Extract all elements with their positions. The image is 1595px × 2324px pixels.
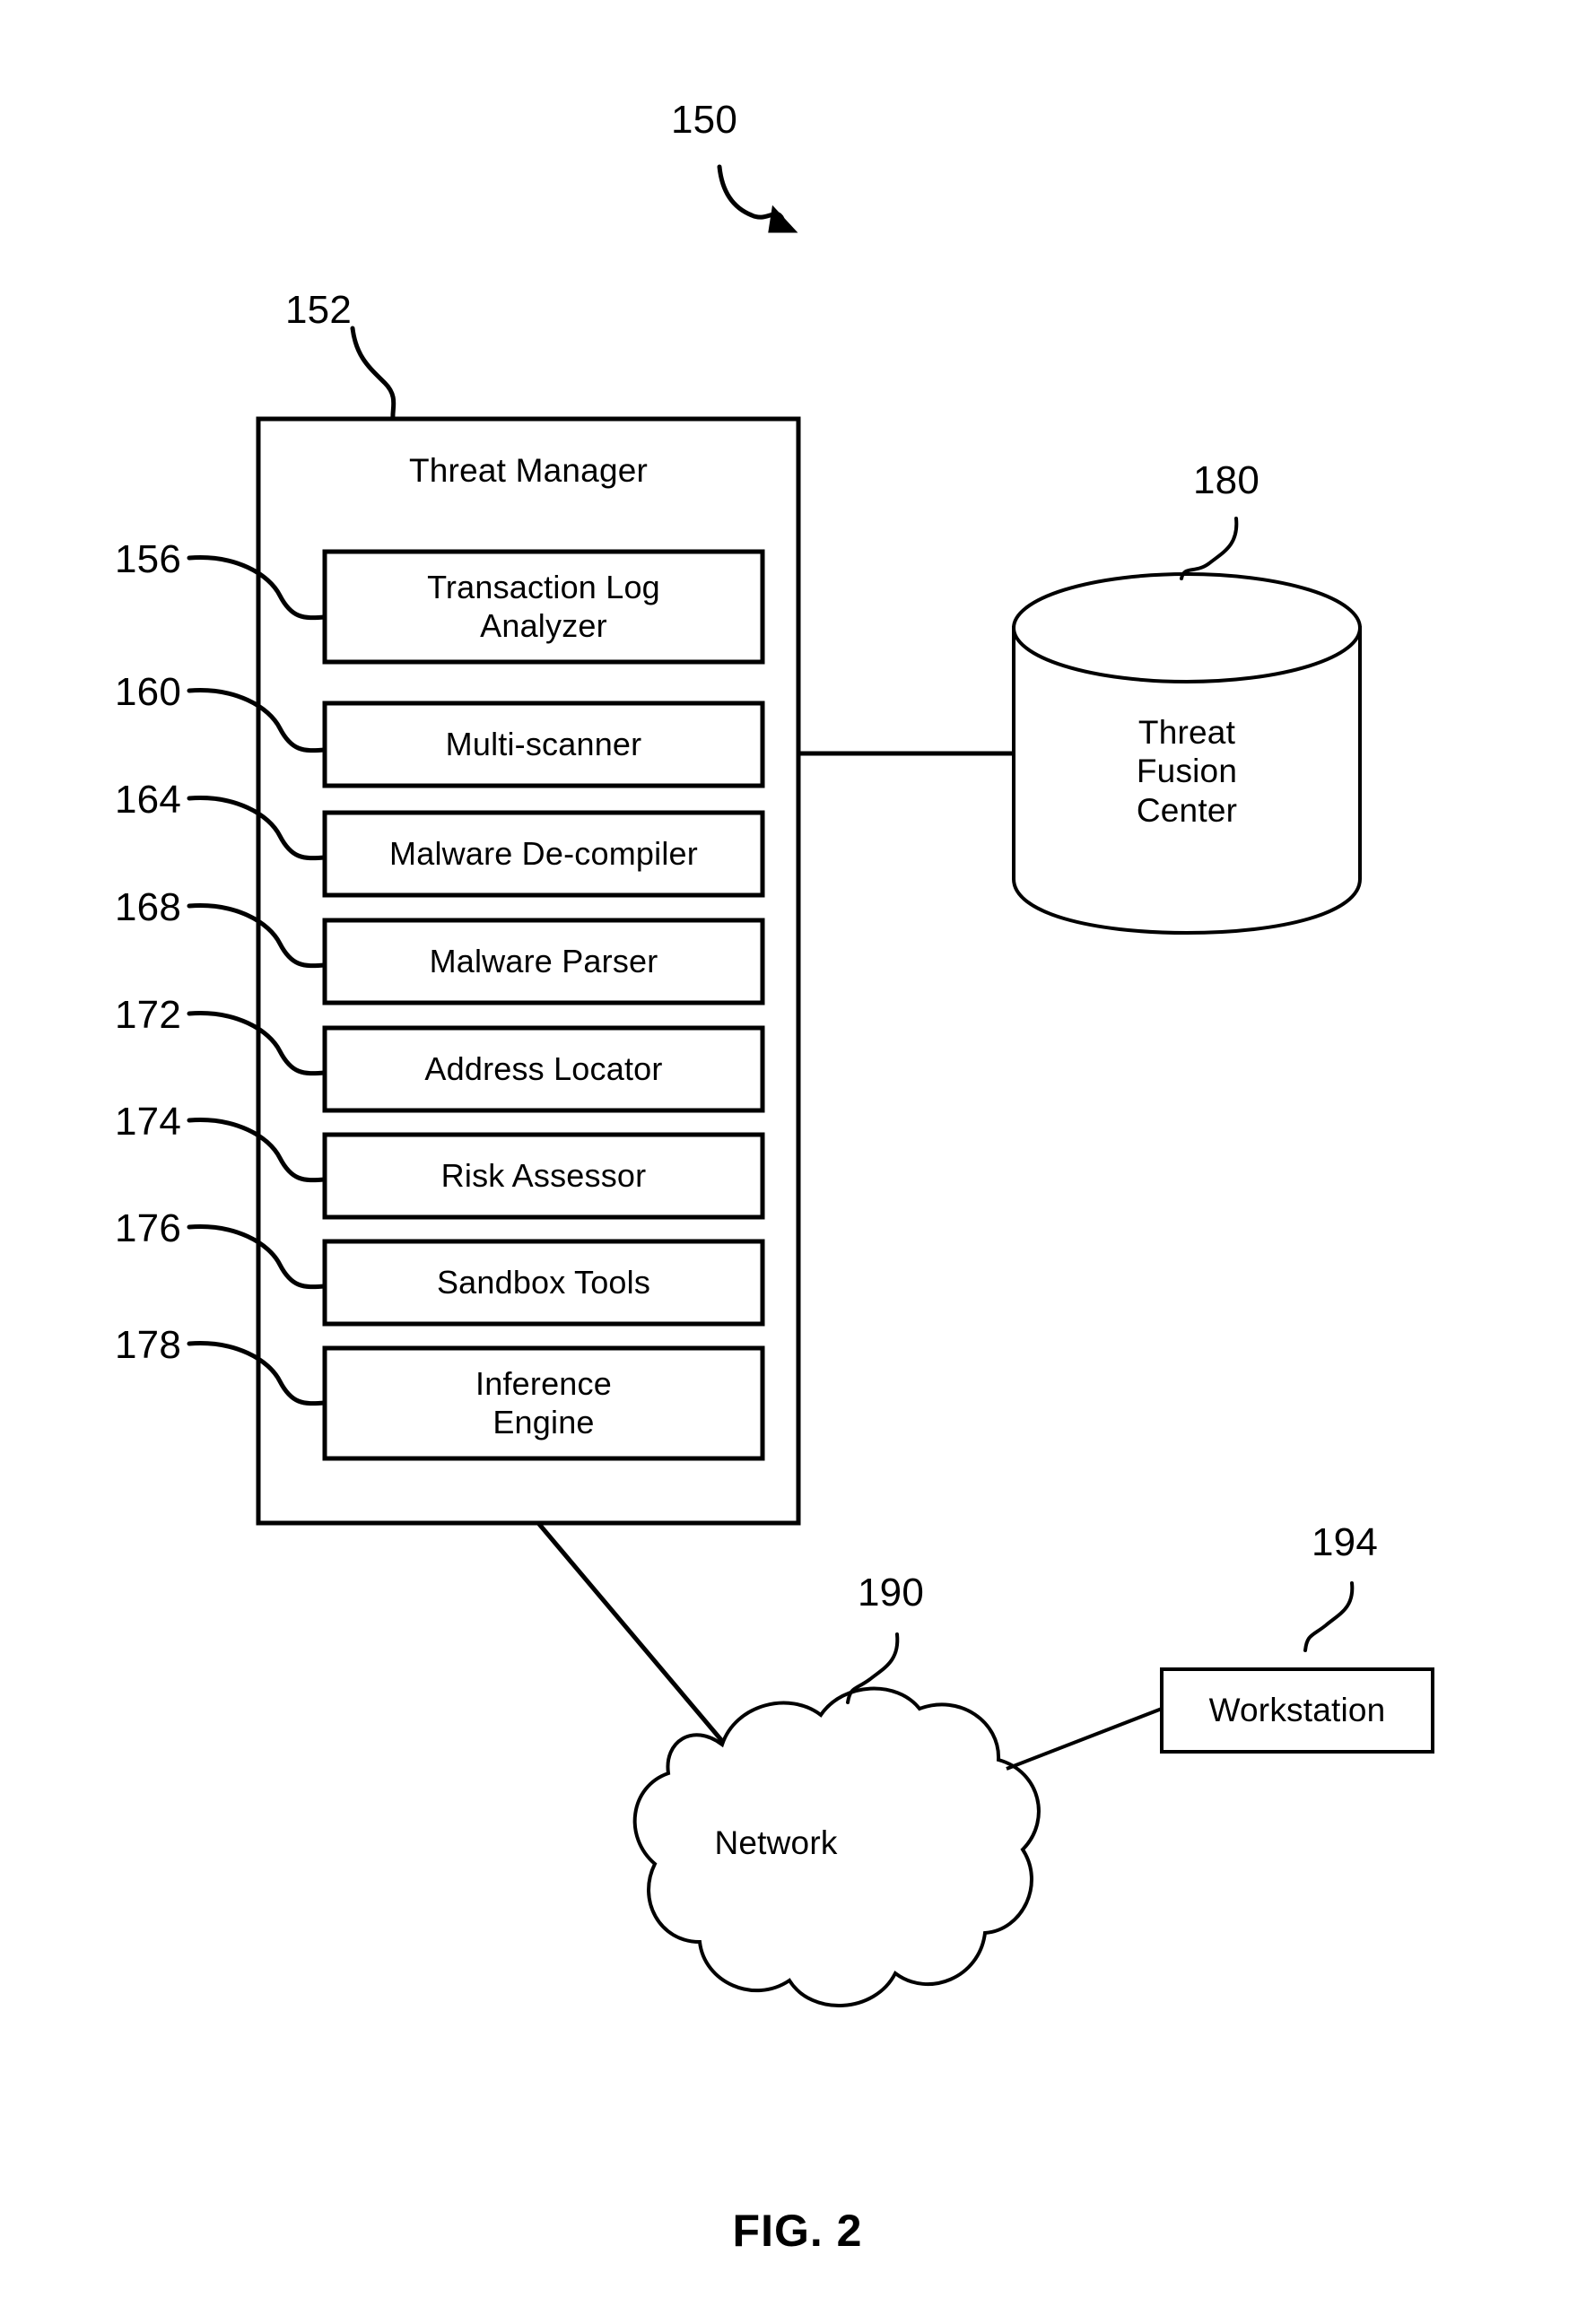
ref-number-178: 178 [115, 1323, 182, 1367]
connector-network-to-workstation [1006, 1707, 1163, 1771]
ref-number-168: 168 [115, 885, 182, 929]
threat-fusion-center-label: Threat Fusion Center [1136, 713, 1238, 829]
connector-manager-to-network [536, 1521, 728, 1748]
ref-number-190: 190 [858, 1571, 925, 1615]
module-label-transaction-log-analyzer: Transaction Log Analyzer [427, 569, 660, 644]
module-label-risk-assessor: Risk Assessor [440, 1156, 647, 1194]
threat-manager-title: Threat Manager [408, 452, 649, 490]
ref-number-172: 172 [115, 993, 182, 1037]
ref-number-164: 164 [115, 778, 182, 822]
threat-manager-leader [350, 326, 397, 422]
workstation-label: Workstation [1208, 1692, 1386, 1729]
module-label-multi-scanner: Multi-scanner [445, 725, 642, 762]
module-label-malware-parser: Malware Parser [429, 942, 658, 979]
module-label-malware-de-compiler: Malware De-compiler [389, 834, 698, 872]
diagram-canvas [187, 164, 1434, 2008]
ref-number-194: 194 [1312, 1520, 1379, 1564]
ref-number-156: 156 [115, 537, 182, 581]
figure-caption: FIG. 2 [732, 2206, 863, 2256]
fusion-center-leader [1180, 517, 1239, 580]
system-ref-leader [717, 164, 798, 233]
network-label: Network [714, 1824, 838, 1862]
ref-number-160: 160 [115, 670, 182, 714]
workstation-leader [1303, 1581, 1355, 1652]
module-label-inference-engine: Inference Engine [475, 1365, 612, 1441]
module-label-sandbox-tools: Sandbox Tools [436, 1263, 651, 1301]
ref-number-176: 176 [115, 1206, 182, 1250]
ref-number-180: 180 [1193, 458, 1260, 502]
ref-number-174: 174 [115, 1100, 182, 1144]
ref-number-150: 150 [671, 98, 738, 142]
patent-figure: 150 152 Threat Manager 156 160 164 168 1… [0, 0, 1595, 2324]
ref-number-152: 152 [285, 288, 353, 332]
module-label-address-locator: Address Locator [424, 1049, 663, 1087]
